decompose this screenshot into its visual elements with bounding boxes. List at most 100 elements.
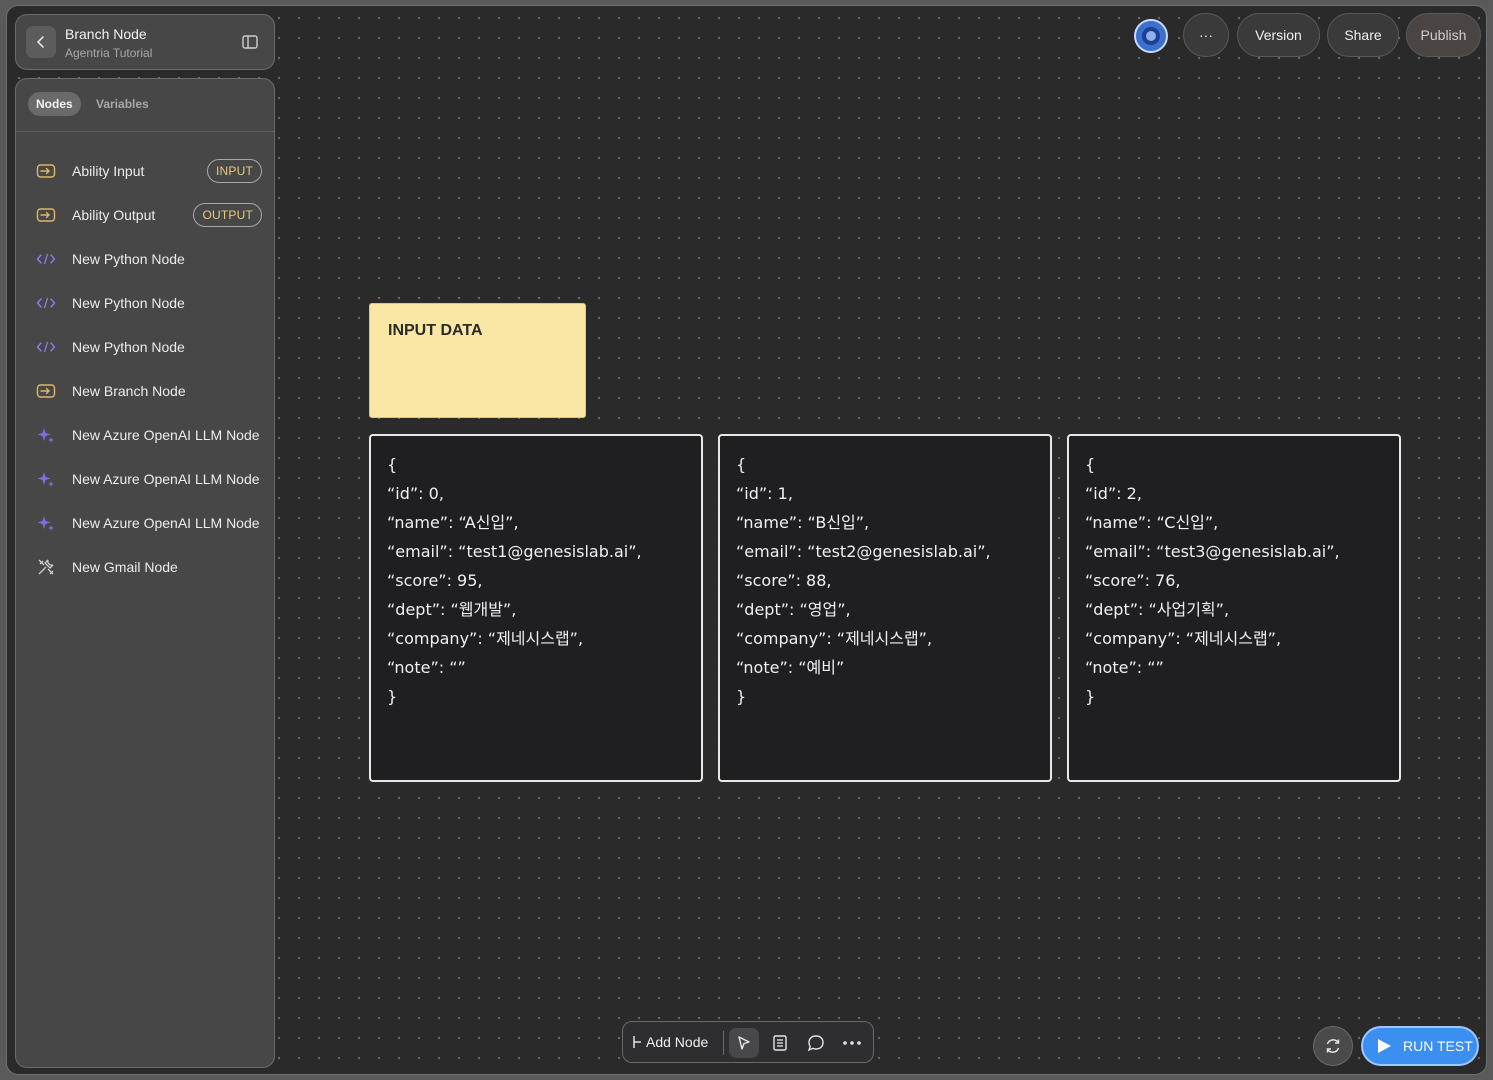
io-icon: [36, 381, 56, 401]
json-line: “note”: “”: [387, 658, 466, 677]
json-line: “name”: “B신입”,: [736, 513, 870, 532]
json-line: “name”: “A신입”,: [387, 513, 519, 532]
json-line: {: [736, 455, 747, 474]
avatar-icon: [1142, 27, 1160, 45]
canvas-toolbar: Add Node: [622, 1021, 874, 1063]
tab-nodes[interactable]: Nodes: [28, 92, 81, 116]
sparkle-icon: [36, 425, 56, 445]
json-line: }: [1085, 687, 1096, 706]
document-icon: [773, 1035, 787, 1051]
io-icon: [36, 205, 56, 225]
code-icon: [36, 293, 56, 313]
sidebar-node-label: New Python Node: [72, 339, 185, 355]
plus-icon: [633, 1036, 641, 1048]
json-line: “score”: 76,: [1085, 571, 1181, 590]
json-line: “company”: “제네시스랩”,: [387, 629, 584, 648]
sidebar-node-item[interactable]: New Azure OpenAI LLM Node: [16, 501, 274, 545]
json-line: “name”: “C신입”,: [1085, 513, 1219, 532]
sparkle-icon: [36, 469, 56, 489]
json-line: “email”: “test3@genesislab.ai”,: [1085, 542, 1340, 561]
json-line: “dept”: “사업기획”,: [1085, 600, 1230, 619]
sidebar-node-label: Ability Output: [72, 207, 156, 223]
add-node-label: Add Node: [646, 1034, 709, 1050]
sidebar-node-label: Ability Input: [72, 163, 145, 179]
sidebar-toggle-icon[interactable]: [241, 33, 259, 51]
note-tool-button[interactable]: [765, 1028, 795, 1058]
node-type-badge: INPUT: [207, 159, 262, 183]
sidebar-node-label: New Azure OpenAI LLM Node: [72, 427, 260, 443]
json-line: “note”: “”: [1085, 658, 1164, 677]
json-line: “id”: 1,: [736, 484, 793, 503]
project-subtitle: Agentria Tutorial: [65, 46, 153, 60]
ellipsis-icon: [843, 1041, 861, 1045]
version-button[interactable]: Version: [1237, 13, 1320, 57]
json-line: “email”: “test2@genesislab.ai”,: [736, 542, 991, 561]
json-card-2[interactable]: { “id”: 1, “name”: “B신입”, “email”: “test2@g…: [718, 434, 1052, 782]
refresh-icon: [1326, 1039, 1340, 1053]
sidebar-node-item[interactable]: New Python Node: [16, 325, 274, 369]
chat-bubble-icon: [807, 1035, 824, 1052]
tools-icon: [36, 557, 56, 577]
io-icon: [36, 161, 56, 181]
node-type-badge: OUTPUT: [193, 203, 262, 227]
sidebar-node-label: New Python Node: [72, 295, 185, 311]
sidebar-tabs: Nodes Variables: [16, 79, 274, 132]
app-window: Branch Node Agentria Tutorial Nodes Vari…: [6, 5, 1487, 1075]
avatar[interactable]: [1134, 19, 1168, 53]
code-icon: [36, 337, 56, 357]
sidebar-node-label: New Python Node: [72, 251, 185, 267]
json-card-1[interactable]: { “id”: 0, “name”: “A신입”, “email”: “test1@g…: [369, 434, 703, 782]
json-line: {: [1085, 455, 1096, 474]
tab-variables[interactable]: Variables: [88, 92, 157, 116]
json-line: “email”: “test1@genesislab.ai”,: [387, 542, 642, 561]
toolbar-divider: [723, 1031, 724, 1055]
play-icon: [1378, 1039, 1391, 1053]
json-line: “id”: 2,: [1085, 484, 1142, 503]
json-card-3[interactable]: { “id”: 2, “name”: “C신입”, “email”: “test3@g…: [1067, 434, 1401, 782]
page-title: Branch Node: [65, 26, 147, 42]
add-node-button[interactable]: Add Node: [632, 1034, 708, 1050]
sidebar-node-item[interactable]: New Azure OpenAI LLM Node: [16, 413, 274, 457]
sidebar-node-label: New Gmail Node: [72, 559, 178, 575]
project-header: Branch Node Agentria Tutorial: [15, 14, 275, 70]
json-line: “company”: “제네시스랩”,: [736, 629, 933, 648]
sticky-note[interactable]: INPUT DATA: [369, 303, 586, 418]
json-line: }: [387, 687, 398, 706]
publish-button[interactable]: Publish: [1406, 13, 1481, 57]
json-line: {: [387, 455, 398, 474]
more-tools-button[interactable]: [837, 1028, 867, 1058]
sidebar-node-item[interactable]: Ability Output OUTPUT: [16, 193, 274, 237]
sidebar-node-item[interactable]: New Gmail Node: [16, 545, 274, 589]
json-line: “note”: “예비”: [736, 658, 845, 677]
back-button[interactable]: [26, 26, 56, 58]
select-tool-button[interactable]: [729, 1028, 759, 1058]
sidebar-node-item[interactable]: Ability Input INPUT: [16, 149, 274, 193]
sidebar-node-label: New Azure OpenAI LLM Node: [72, 515, 260, 531]
json-line: “dept”: “웹개발”,: [387, 600, 517, 619]
more-options-button[interactable]: ···: [1183, 13, 1229, 57]
sticky-note-title: INPUT DATA: [388, 322, 483, 339]
json-line: “id”: 0,: [387, 484, 444, 503]
run-test-label: RUN TEST: [1403, 1038, 1473, 1054]
json-line: “score”: 95,: [387, 571, 483, 590]
sparkle-icon: [36, 513, 56, 533]
node-list: Ability Input INPUT Ability Output OUTPUT Ne…: [16, 149, 274, 589]
reset-button[interactable]: [1313, 1026, 1353, 1066]
pointer-icon: [738, 1036, 750, 1050]
sidebar-node-item[interactable]: New Python Node: [16, 237, 274, 281]
comment-tool-button[interactable]: [801, 1028, 831, 1058]
json-line: }: [736, 687, 747, 706]
chevron-left-icon: [36, 36, 44, 48]
sidebar-node-item[interactable]: New Azure OpenAI LLM Node: [16, 457, 274, 501]
node-sidebar: Nodes Variables Ability Input INPUT Abilit…: [15, 78, 275, 1068]
sidebar-node-item[interactable]: New Branch Node: [16, 369, 274, 413]
run-test-button[interactable]: RUN TEST: [1361, 1026, 1479, 1066]
sidebar-node-label: New Azure OpenAI LLM Node: [72, 471, 260, 487]
json-line: “dept”: “영업”,: [736, 600, 851, 619]
sidebar-node-item[interactable]: New Python Node: [16, 281, 274, 325]
json-line: “company”: “제네시스랩”,: [1085, 629, 1282, 648]
share-button[interactable]: Share: [1327, 13, 1399, 57]
sidebar-node-label: New Branch Node: [72, 383, 186, 399]
code-icon: [36, 249, 56, 269]
json-line: “score”: 88,: [736, 571, 832, 590]
